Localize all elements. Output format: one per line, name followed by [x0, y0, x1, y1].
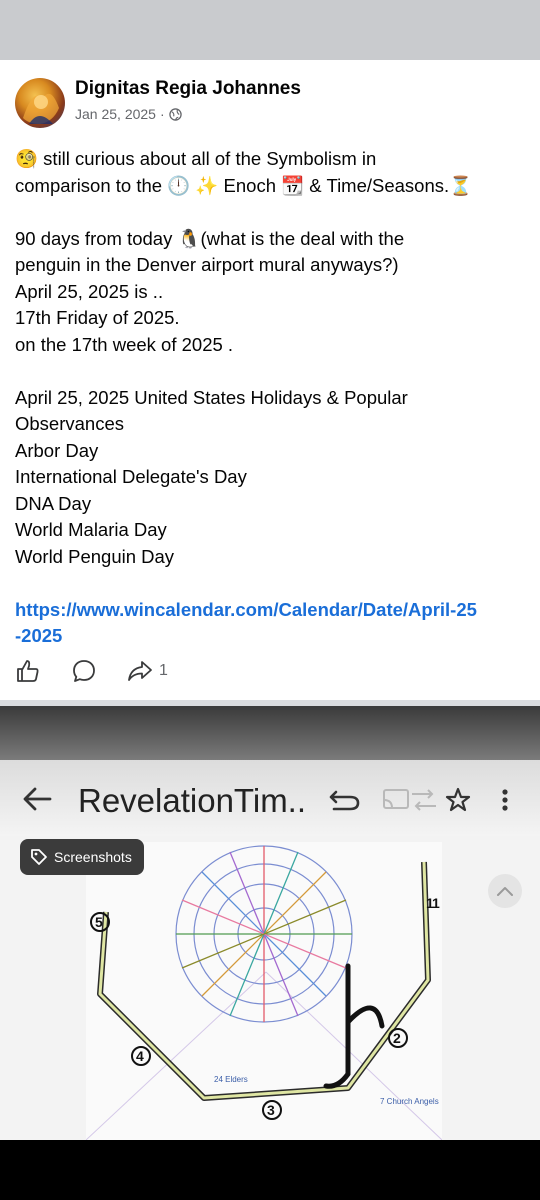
comment-icon	[73, 660, 95, 682]
comment-button[interactable]	[71, 658, 97, 684]
screenshot-status-area	[0, 706, 540, 760]
post-text-line	[15, 570, 530, 597]
bottom-bar	[0, 1140, 540, 1200]
post-text-line: Arbor Day	[15, 439, 99, 461]
post-text-line: 90 days from today 🐧(what is the deal wi…	[15, 227, 405, 249]
screenshots-chip[interactable]: Screenshots	[20, 839, 144, 875]
post-text: 🧐 still curious about all of the Symboli…	[15, 146, 530, 650]
diagram-label: 5	[95, 914, 103, 930]
post-text-line: April 25, 2025 United States Holidays & …	[15, 386, 408, 408]
post-text-line: 🧐 still curious about all of the Symboli…	[15, 148, 377, 169]
revelation-timeline-diagram: 1 2 3 4 5 24 Elders 7 Church Angels 1	[85, 842, 443, 1140]
post-text-line: DNA Day	[15, 492, 92, 514]
screenshot-title: RevelationTim..	[78, 782, 307, 819]
post-text-line: on the 17th week of 2025 .	[15, 333, 234, 355]
post-text-line: International Delegate's Day	[15, 466, 247, 487]
scroll-up-icon	[497, 887, 513, 896]
back-arrow-icon	[22, 786, 52, 817]
chip-label: Screenshots	[54, 849, 132, 865]
post-text-line	[15, 199, 530, 226]
diagram-label: 7 Church Angels	[380, 1097, 439, 1106]
diagram-label: 3	[267, 1102, 275, 1118]
star-icon	[444, 786, 472, 819]
more-vertical-icon	[496, 786, 514, 819]
post-text-line: 17th Friday of 2025.	[15, 307, 180, 328]
post-text-line: Observances	[15, 413, 124, 434]
meta-separator: ·	[159, 106, 165, 122]
post-text-line: World Penguin Day	[15, 545, 175, 567]
like-button[interactable]	[15, 658, 41, 684]
post-date[interactable]: Jan 25, 2025	[75, 106, 156, 122]
post-text-line: April 25, 2025 is ..	[15, 280, 164, 302]
attached-screenshot[interactable]: RevelationTim.. 1 2 3 4 5 24 Elders 7 Ch…	[0, 706, 540, 1140]
post-meta: Jan 25, 2025 ·	[75, 106, 182, 122]
share-icon	[128, 661, 152, 681]
cast-icon	[382, 786, 438, 819]
share-button[interactable]: 1	[127, 658, 168, 684]
post-link[interactable]: -2025	[15, 623, 530, 650]
post-link[interactable]: https://www.wincalendar.com/Calendar/Dat…	[15, 597, 530, 624]
thumbs-up-icon	[17, 660, 39, 682]
author-avatar[interactable]	[15, 78, 65, 128]
post-actions: 1	[15, 656, 198, 686]
tag-icon	[31, 849, 47, 865]
post-text-line: comparison to the 🕛 ✨ Enoch 📆 & Time/Sea…	[15, 174, 473, 196]
share-count: 1	[159, 662, 168, 679]
undo-icon	[328, 786, 362, 819]
diagram-label: 1	[432, 895, 440, 911]
post-text-line	[15, 358, 530, 385]
diagram-label: 24 Elders	[214, 1075, 248, 1084]
diagram-label: 2	[393, 1030, 401, 1046]
facebook-post: Dignitas Regia Johannes Jan 25, 2025 · 🧐…	[0, 60, 540, 700]
author-name[interactable]: Dignitas Regia Johannes	[75, 78, 301, 100]
globe-icon	[168, 107, 182, 121]
post-text-line: World Malaria Day	[15, 519, 167, 540]
scroll-up-button[interactable]	[488, 874, 522, 908]
post-text-line: penguin in the Denver airport mural anyw…	[15, 254, 399, 275]
top-status-area	[0, 0, 540, 60]
diagram-label: 4	[136, 1048, 144, 1064]
